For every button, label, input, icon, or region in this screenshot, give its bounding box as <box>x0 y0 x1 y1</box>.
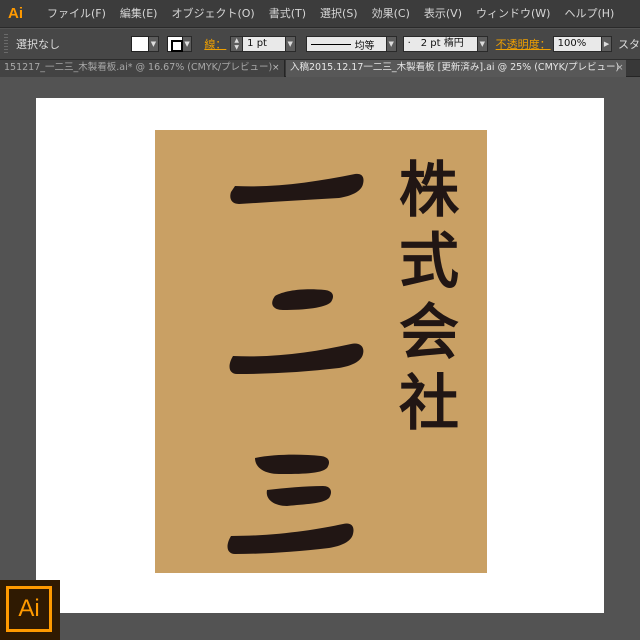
wooden-signboard-artwork[interactable]: 株 式 会 社 <box>155 130 487 573</box>
company-char-2: 式 <box>399 227 459 297</box>
brush-dropdown-icon[interactable]: ▼ <box>477 36 488 52</box>
opacity-dropdown-icon[interactable]: ▶ <box>602 36 613 52</box>
stroke-label[interactable]: 線： <box>204 36 226 52</box>
document-tab-1[interactable]: 151217_一二三_木製看板.ai* @ 16.67% (CMYK/プレビュー… <box>0 60 285 77</box>
menu-select[interactable]: 選択(S) <box>313 0 365 28</box>
fill-dropdown-icon[interactable]: ▼ <box>148 36 159 52</box>
profile-label: 均等 <box>354 40 375 52</box>
document-tab-2[interactable]: 入稿2015.12.17一二三_木製看板 [更新済み].ai @ 25% (CM… <box>286 60 626 77</box>
opacity-label[interactable]: 不透明度： <box>496 36 551 52</box>
illustrator-logo-icon: Ai <box>6 586 52 632</box>
company-vertical-text: 株 式 会 社 <box>391 156 467 440</box>
menu-help[interactable]: ヘルプ(H) <box>557 0 621 28</box>
menu-effect[interactable]: 効果(C) <box>365 0 417 28</box>
opacity-input[interactable]: 100% <box>552 36 603 52</box>
document-tab-bar: 151217_一二三_木製看板.ai* @ 16.67% (CMYK/プレビュー… <box>0 60 640 77</box>
stroke-ni-top <box>272 289 333 310</box>
menu-bar: Ai ファイル(F) 編集(E) オブジェクト(O) 書式(T) 選択(S) 効… <box>0 0 640 28</box>
stroke-weight-input[interactable]: 1 pt <box>242 36 286 52</box>
menu-edit[interactable]: 編集(E) <box>113 0 165 28</box>
document-tab-2-label: 入稿2015.12.17一二三_木製看板 [更新済み].ai @ 25% (CM… <box>290 62 620 73</box>
style-label[interactable]: スタ <box>618 36 640 52</box>
stroke-color-swatch[interactable] <box>166 36 183 52</box>
selection-status: 選択なし <box>15 38 60 51</box>
company-char-1: 株 <box>399 156 459 226</box>
canvas-workspace[interactable]: 株 式 会 社 <box>0 78 640 640</box>
menu-type[interactable]: 書式(T) <box>262 0 313 28</box>
stroke-ichi <box>230 173 364 204</box>
company-char-4: 社 <box>399 369 459 439</box>
panel-grip-handle[interactable] <box>4 34 8 54</box>
brush-definition-select[interactable]: · 2 pt 楕円 <box>402 36 478 52</box>
menu-file[interactable]: ファイル(F) <box>40 0 113 28</box>
close-icon[interactable]: × <box>616 60 624 77</box>
menu-object[interactable]: オブジェクト(O) <box>164 0 261 28</box>
close-icon[interactable]: × <box>272 60 280 77</box>
stroke-ni-bottom <box>229 343 364 374</box>
document-tab-1-label: 151217_一二三_木製看板.ai* @ 16.67% (CMYK/プレビュー… <box>4 62 273 73</box>
stroke-weight-stepper-icon[interactable]: ▲ ▼ <box>230 36 243 52</box>
line-preview <box>310 43 351 45</box>
menu-view[interactable]: 表示(V) <box>417 0 469 28</box>
fill-color-swatch[interactable] <box>131 36 149 52</box>
stroke-weight-dropdown-icon[interactable]: ▼ <box>285 36 296 52</box>
profile-dropdown-icon[interactable]: ▼ <box>386 36 397 52</box>
company-char-3: 会 <box>399 298 459 368</box>
stroke-san-bottom <box>227 523 354 554</box>
artboard[interactable]: 株 式 会 社 <box>36 98 604 613</box>
app-logo-icon[interactable]: Ai <box>8 4 30 24</box>
variable-width-profile-select[interactable]: 均等 <box>305 36 387 52</box>
menu-window[interactable]: ウィンドウ(W) <box>469 0 557 28</box>
stroke-dropdown-icon[interactable]: ▼ <box>182 36 193 52</box>
stroke-san-middle <box>266 486 331 506</box>
stroke-san-top <box>255 454 329 474</box>
control-bar: 選択なし ▼ ▼ 線： ▲ ▼ 1 pt ▼ 均等 ▼ · 2 pt 楕円 ▼ 不… <box>0 29 640 60</box>
illustrator-badge: Ai <box>0 580 60 640</box>
